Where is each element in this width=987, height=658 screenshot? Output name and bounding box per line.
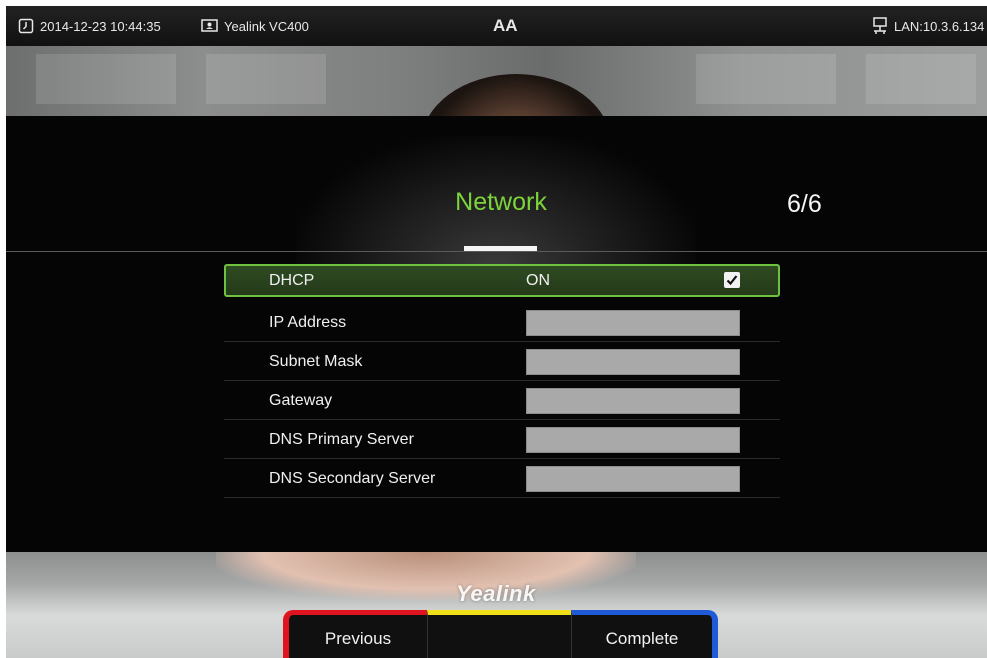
yellow-softkey-label: [428, 615, 571, 621]
dns-secondary-label: DNS Secondary Server: [269, 470, 436, 487]
softkey-bar: Previous Complete: [283, 610, 718, 658]
network-indicator: LAN:10.3.6.134: [872, 6, 984, 46]
complete-button-label: Complete: [605, 629, 679, 648]
font-size-icon[interactable]: AA: [493, 6, 518, 46]
datetime-indicator: 2014-12-23 10:44:35: [18, 6, 161, 46]
yellow-softkey-button[interactable]: [427, 610, 571, 658]
dns-primary-field[interactable]: [526, 427, 740, 453]
wizard-title: Network: [455, 188, 547, 216]
datetime-text: 2014-12-23 10:44:35: [40, 18, 161, 34]
ip-address-row: IP Address: [224, 303, 780, 342]
gateway-label: Gateway: [269, 392, 333, 409]
video-conference-screen: 2014-12-23 10:44:35 Yealink VC400 AA LAN…: [6, 6, 987, 658]
setup-wizard-panel: Network 6/6 DHCP ON IP Address Subnet Ma…: [6, 116, 987, 552]
checkmark-icon: [726, 275, 738, 286]
previous-button-label: Previous: [324, 629, 392, 648]
dhcp-label: DHCP: [269, 272, 315, 289]
network-icon: [872, 17, 888, 35]
gateway-row: Gateway: [224, 381, 780, 420]
subnet-mask-field[interactable]: [526, 349, 740, 375]
dns-secondary-row: DNS Secondary Server: [224, 459, 780, 498]
gateway-field[interactable]: [526, 388, 740, 414]
status-bar: 2014-12-23 10:44:35 Yealink VC400 AA LAN…: [6, 6, 987, 46]
ip-address-field[interactable]: [526, 310, 740, 336]
dns-primary-row: DNS Primary Server: [224, 420, 780, 459]
dhcp-row[interactable]: DHCP ON: [224, 264, 780, 297]
video-background-top: [6, 46, 987, 214]
dhcp-checkbox[interactable]: [724, 272, 740, 288]
subnet-mask-row: Subnet Mask: [224, 342, 780, 381]
subnet-mask-label: Subnet Mask: [269, 353, 363, 370]
dhcp-value: ON: [526, 272, 550, 289]
device-name-text: Yealink VC400: [224, 18, 309, 34]
clock-icon: [18, 18, 34, 34]
monitor-icon: [201, 19, 218, 33]
ip-address-label: IP Address: [269, 314, 347, 331]
dns-primary-label: DNS Primary Server: [269, 431, 414, 448]
participant-hands: [216, 552, 636, 600]
network-settings-list: DHCP ON IP Address Subnet Mask Gateway D…: [224, 264, 780, 498]
page-indicator: 6/6: [787, 190, 822, 218]
device-indicator: Yealink VC400: [201, 6, 309, 46]
header-divider: [6, 251, 987, 252]
dns-secondary-field[interactable]: [526, 466, 740, 492]
complete-button[interactable]: Complete: [571, 610, 718, 658]
network-address-text: LAN:10.3.6.134: [894, 18, 985, 34]
previous-button[interactable]: Previous: [283, 610, 427, 658]
yealink-logo: Yealink: [456, 581, 536, 606]
